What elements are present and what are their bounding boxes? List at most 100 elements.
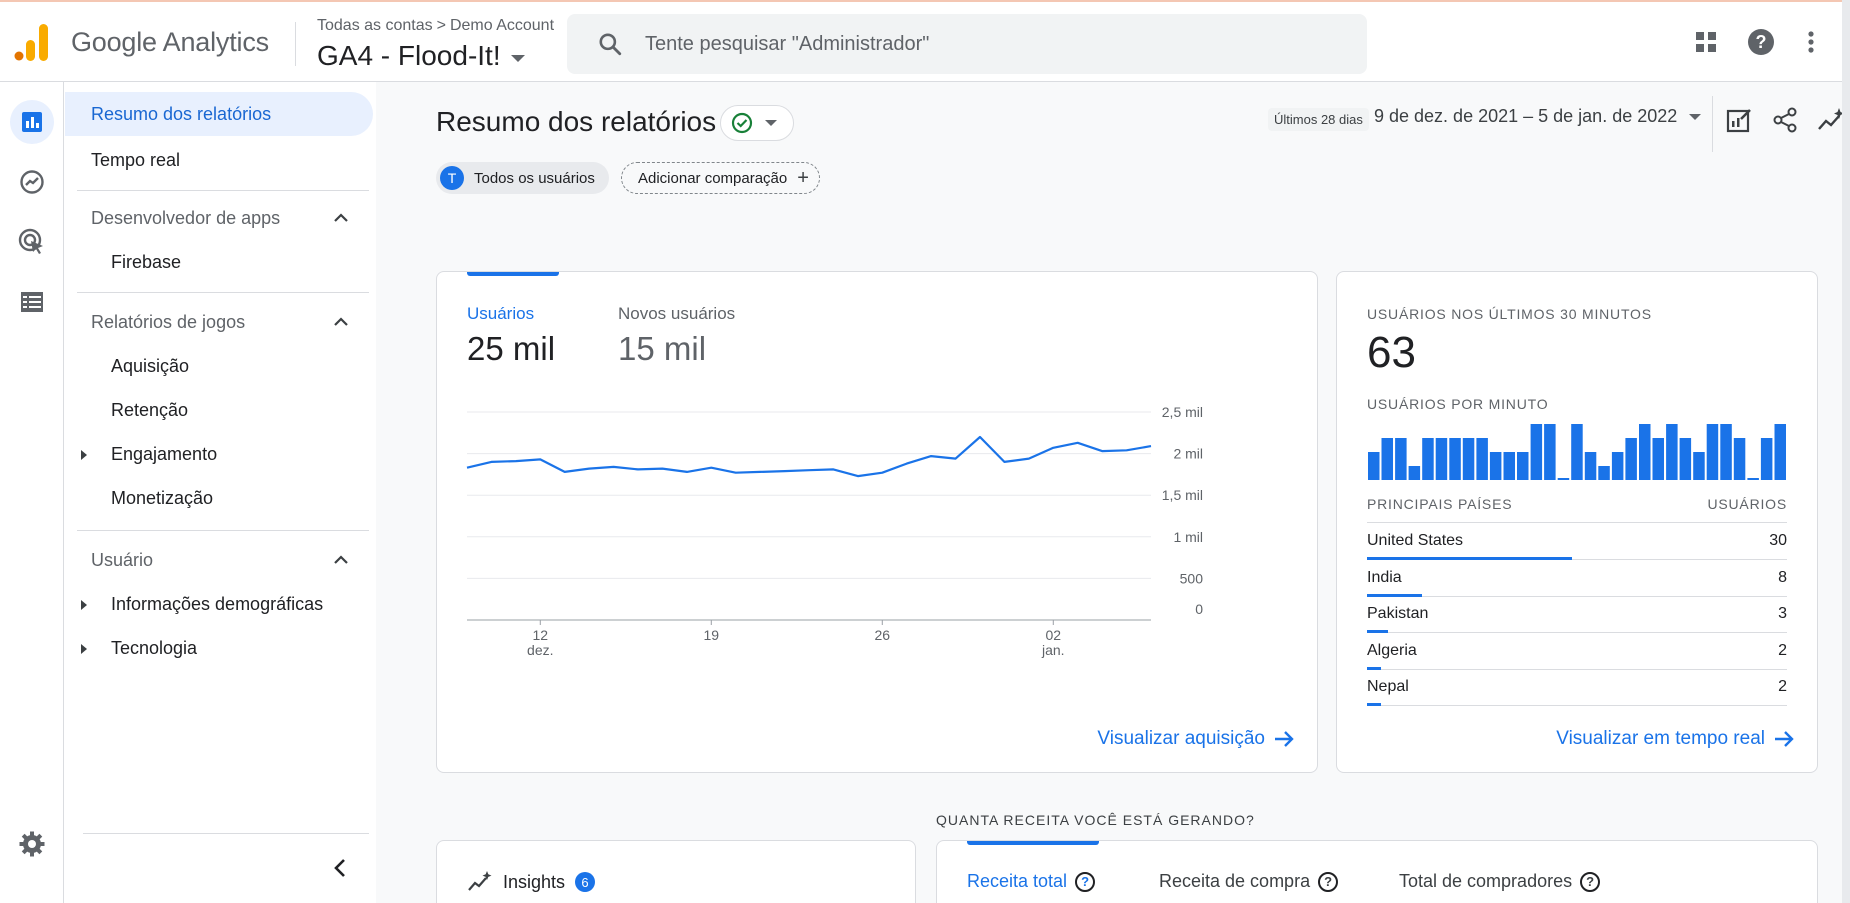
metric-tab-total-revenue[interactable]: Receita total ? [967,871,1096,892]
nav-item-demographics[interactable]: Informações demográficas [65,582,365,626]
help-icon[interactable]: ? [1745,26,1777,58]
country-row[interactable]: United States 30 [1367,524,1787,560]
per-minute-bar[interactable] [1666,424,1678,480]
help-icon[interactable]: ? [1075,871,1096,892]
nav-item-label: Tecnologia [111,637,198,658]
date-range-text[interactable]: 9 de dez. de 2021 – 5 de jan. de 2022 [1374,106,1677,127]
breadcrumb-account[interactable]: Demo Account [450,17,554,34]
per-minute-bar[interactable] [1625,438,1637,480]
per-minute-bar[interactable] [1462,438,1475,480]
nav-item-firebase[interactable]: Firebase [65,240,365,284]
caret-down-icon[interactable] [765,120,777,126]
per-minute-bar[interactable] [1774,424,1787,480]
users-series-line[interactable] [466,435,1152,478]
settings-icon[interactable] [10,822,54,866]
nav-section-game-reports[interactable]: Relatórios de jogos [65,300,365,344]
per-minute-bar[interactable] [1422,438,1434,480]
per-minute-bar[interactable] [1517,452,1529,480]
date-range-selector[interactable]: 9 de dez. de 2021 – 5 de jan. de 2022 [1374,106,1702,127]
apps-grid-icon[interactable] [1690,26,1722,58]
nav-item-realtime[interactable]: Tempo real [65,138,373,182]
per-minute-bar[interactable] [1747,478,1759,480]
per-minute-bar[interactable] [1435,438,1448,480]
nav-section-user[interactable]: Usuário [65,538,365,582]
caret-right-icon[interactable] [81,600,87,610]
per-minute-bar[interactable] [1571,424,1583,480]
insights-header[interactable]: Insights 6 [467,871,596,893]
property-name[interactable]: GA4 - Flood-It! [317,40,501,72]
customize-report-icon[interactable] [1722,103,1756,137]
nav-item-engagement[interactable]: Engajamento [65,432,365,476]
property-selector[interactable]: GA4 - Flood-It! [317,40,525,72]
view-realtime-link[interactable]: Visualizar em tempo real [1556,728,1795,750]
per-minute-bar[interactable] [1489,452,1502,480]
country-name: United States [1367,532,1464,549]
country-row[interactable]: India 8 [1367,561,1787,597]
nav-item-monetization[interactable]: Monetização [65,476,365,520]
caret-right-icon[interactable] [81,644,87,654]
caret-down-icon[interactable] [510,54,525,62]
nav-item-reports-snapshot[interactable]: Resumo dos relatórios [65,92,373,136]
per-minute-bar[interactable] [1598,466,1610,480]
per-minute-bar[interactable] [1693,452,1705,480]
comparison-chip-all-users[interactable]: T Todos os usuários [436,162,609,194]
per-minute-bar[interactable] [1706,424,1719,480]
page-title: Resumo dos relatórios [436,106,717,137]
per-minute-bar[interactable] [1720,424,1732,480]
search-icon[interactable] [597,31,623,57]
account-breadcrumb[interactable]: Todas as contas > Demo Account [317,17,554,35]
view-acquisition-link[interactable]: Visualizar aquisição [1097,728,1295,750]
caret-right-icon[interactable] [81,450,87,460]
nav-item-acquisition[interactable]: Aquisição [65,344,365,388]
caret-down-icon[interactable] [1689,113,1702,120]
chevron-up-icon[interactable] [333,314,349,330]
search-bar[interactable] [567,14,1367,74]
add-comparison-button[interactable]: Adicionar comparação + [621,162,820,194]
insights-card[interactable]: Insights 6 [436,840,916,903]
collapse-nav-chevron-left-icon[interactable] [333,858,347,878]
share-icon[interactable] [1768,103,1802,137]
help-icon[interactable]: ? [1318,871,1339,892]
explore-icon[interactable] [10,160,54,204]
per-minute-bar[interactable] [1652,438,1665,480]
report-status-button[interactable] [720,105,794,141]
per-minute-bar[interactable] [1760,438,1773,480]
country-row[interactable]: Nepal 2 [1367,670,1787,707]
per-minute-bar[interactable] [1557,478,1570,480]
metric-tab-new-users[interactable]: Novos usuários [618,304,735,324]
per-minute-bar[interactable] [1503,452,1516,480]
per-minute-bar[interactable] [1679,438,1692,480]
per-minute-bar[interactable] [1408,466,1421,480]
nav-section-app-developer[interactable]: Desenvolvedor de apps [65,196,365,240]
metric-tab-users[interactable]: Usuários [467,304,534,324]
per-minute-bar[interactable] [1544,424,1556,480]
per-minute-bar[interactable] [1449,438,1461,480]
nav-item-retention[interactable]: Retenção [65,388,365,432]
chevron-up-icon[interactable] [333,552,349,568]
per-minute-bar[interactable] [1584,452,1597,480]
per-minute-bar[interactable] [1368,452,1380,480]
arrow-right-icon [1275,731,1294,747]
per-minute-bar[interactable] [1381,438,1394,480]
breadcrumb-all-accounts[interactable]: Todas as contas [317,17,433,34]
per-minute-bar[interactable] [1611,452,1624,480]
country-row[interactable]: Algeria 2 [1367,634,1787,670]
more-vert-icon[interactable] [1795,26,1827,58]
metric-tab-purchase-revenue[interactable]: Receita de compra ? [1159,871,1339,892]
per-minute-bar[interactable] [1395,438,1407,480]
metric-tab-total-purchasers[interactable]: Total de compradores ? [1399,871,1601,892]
nav-item-technology[interactable]: Tecnologia [65,626,365,670]
reports-icon[interactable] [10,100,54,144]
country-row[interactable]: Pakistan 3 [1367,597,1787,634]
configure-icon[interactable] [10,280,54,324]
per-minute-bar[interactable] [1639,424,1651,480]
help-icon[interactable]: ? [1580,871,1601,892]
search-input[interactable] [645,24,1345,64]
per-minute-bar[interactable] [1530,424,1543,480]
advertising-icon[interactable] [10,220,54,264]
country-share-bar [1367,630,1388,634]
per-minute-bar[interactable] [1733,438,1746,480]
per-minute-bar[interactable] [1476,438,1488,480]
google-analytics-logo-icon[interactable] [14,22,50,62]
chevron-up-icon[interactable] [333,210,349,226]
